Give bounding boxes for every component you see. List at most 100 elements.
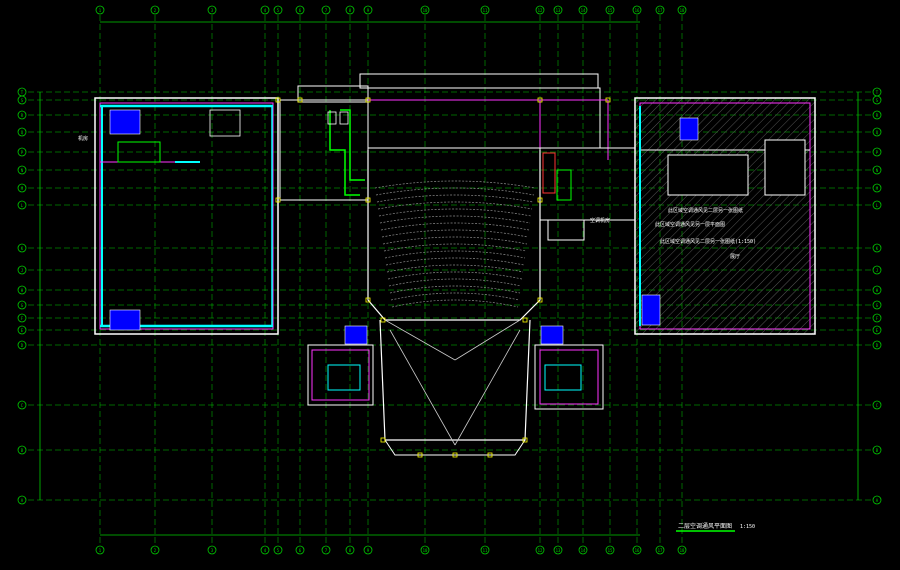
room-label-right: 展厅 (730, 254, 740, 260)
grid-label-row: M (21, 186, 24, 191)
grid-label-col: 9 (367, 548, 370, 553)
right-wing (634, 97, 816, 335)
grid-label-row: B (21, 448, 24, 453)
ahu-equipment-left-bottom (109, 309, 141, 331)
grid-label-col: 3 (211, 548, 214, 553)
seating-row (375, 187, 535, 196)
grid-label-row: S (876, 98, 879, 103)
grid-label-row: R (21, 113, 24, 118)
grid-label-row: K (21, 246, 24, 251)
grid-label-col: 3 (211, 8, 214, 13)
grid-label-row: J (21, 268, 23, 273)
seating-row (390, 292, 520, 301)
seating-row (382, 236, 528, 245)
grid-label-row: T (21, 90, 24, 95)
stair-tower-left (307, 344, 374, 406)
grid-label-row: T (876, 90, 879, 95)
grid-label-row: L (21, 203, 24, 208)
grid-label-row: B (876, 448, 879, 453)
note-right-1: 此区域空调通风见二层另一张图纸 (668, 207, 743, 214)
auditorium (367, 150, 541, 456)
grid-label-row: F (876, 316, 879, 321)
grid-label-col: 1 (99, 548, 102, 553)
grid-label-row: K (876, 246, 879, 251)
grid-label-row: N (876, 168, 879, 173)
grid-label-col: 7 (325, 548, 328, 553)
grid-label-row: D (876, 343, 879, 348)
grid-label-col: 10 (423, 8, 428, 13)
grid-label-row: G (21, 303, 24, 308)
seating-row (384, 250, 526, 259)
duct-run-center (327, 109, 365, 196)
seating-row (376, 194, 534, 203)
seating-row (378, 208, 532, 217)
grid-label-col: 18 (680, 548, 685, 553)
grid-label-col: 10 (423, 548, 428, 553)
equipment-right-bottom (641, 294, 661, 326)
seating-row (387, 271, 523, 280)
grid-label-row: C (876, 403, 879, 408)
note-right-2: 此区域空调通风见另一层平面图 (655, 221, 725, 228)
grid-label-col: 16 (635, 548, 640, 553)
column-marker (522, 317, 528, 323)
grid-label-row: E (876, 328, 879, 333)
drawing-title: 二层空调通风平面图 (678, 522, 732, 530)
grid-label-col: 2 (154, 548, 157, 553)
grid-label-row: E (21, 328, 24, 333)
stair-tower-right (534, 344, 604, 410)
grid-label-col: 8 (349, 8, 352, 13)
note-mid: 空调机房 (590, 217, 610, 224)
grid-label-col: 12 (538, 548, 543, 553)
grid-label-col: 17 (658, 8, 663, 13)
grid-label-col: 18 (680, 8, 685, 13)
grid-label-col: 13 (556, 548, 561, 553)
seating-row (374, 180, 536, 189)
grid-label-col: 1 (99, 8, 102, 13)
grid-label-row: Q (876, 130, 879, 135)
grid-label-col: 15 (608, 548, 613, 553)
note-right-3: 此区域空调通风见二层另一张图纸(1:150) (660, 238, 756, 245)
equipment-tower-right (540, 325, 564, 345)
grid-label-row: L (876, 203, 879, 208)
grid-label-col: 11 (483, 548, 488, 553)
grid-label-col: 4 (264, 8, 267, 13)
grid-label-col: 4 (264, 548, 267, 553)
seating-row (381, 229, 529, 238)
grid-label-col: 16 (635, 8, 640, 13)
equipment-tower-left (344, 325, 368, 345)
grid-label-row: F (21, 316, 24, 321)
grid-label-col: 2 (154, 8, 157, 13)
grid-label-row: M (876, 186, 879, 191)
grid-label-row: N (21, 168, 24, 173)
seating-row (386, 264, 524, 273)
grid-label-row: Q (21, 130, 24, 135)
grid-label-col: 14 (581, 8, 586, 13)
seating-row (380, 222, 530, 231)
equipment-right-top (679, 117, 699, 141)
drawing-scale: 1:150 (740, 524, 755, 530)
grid-label-col: 7 (325, 8, 328, 13)
ahu-equipment-left-top (109, 109, 141, 135)
grid-label-col: 8 (349, 548, 352, 553)
grid-label-col: 14 (581, 548, 586, 553)
auditorium-seating (374, 180, 536, 308)
grid-label-row: D (21, 343, 24, 348)
seating-row (385, 257, 525, 266)
grid-label-row: G (876, 303, 879, 308)
grid-label-row: H (876, 288, 879, 293)
grid-label-row: C (21, 403, 24, 408)
seating-row (377, 201, 533, 210)
grid-label-row: P (876, 150, 879, 155)
grid-label-col: 9 (367, 8, 370, 13)
grid-label-col: 6 (299, 548, 302, 553)
grid-label-col: 17 (658, 548, 663, 553)
grid-label-row: R (876, 113, 879, 118)
grid-label-row: S (21, 98, 24, 103)
grid-label-row: P (21, 150, 24, 155)
seating-row (379, 215, 531, 224)
equipment-note-left: 机房 (78, 135, 88, 142)
cad-floor-plan: 1122334455667788991010111112121313141415… (17, 5, 882, 555)
seating-row (388, 278, 522, 287)
seating-row (391, 299, 519, 308)
seating-row (383, 243, 527, 252)
